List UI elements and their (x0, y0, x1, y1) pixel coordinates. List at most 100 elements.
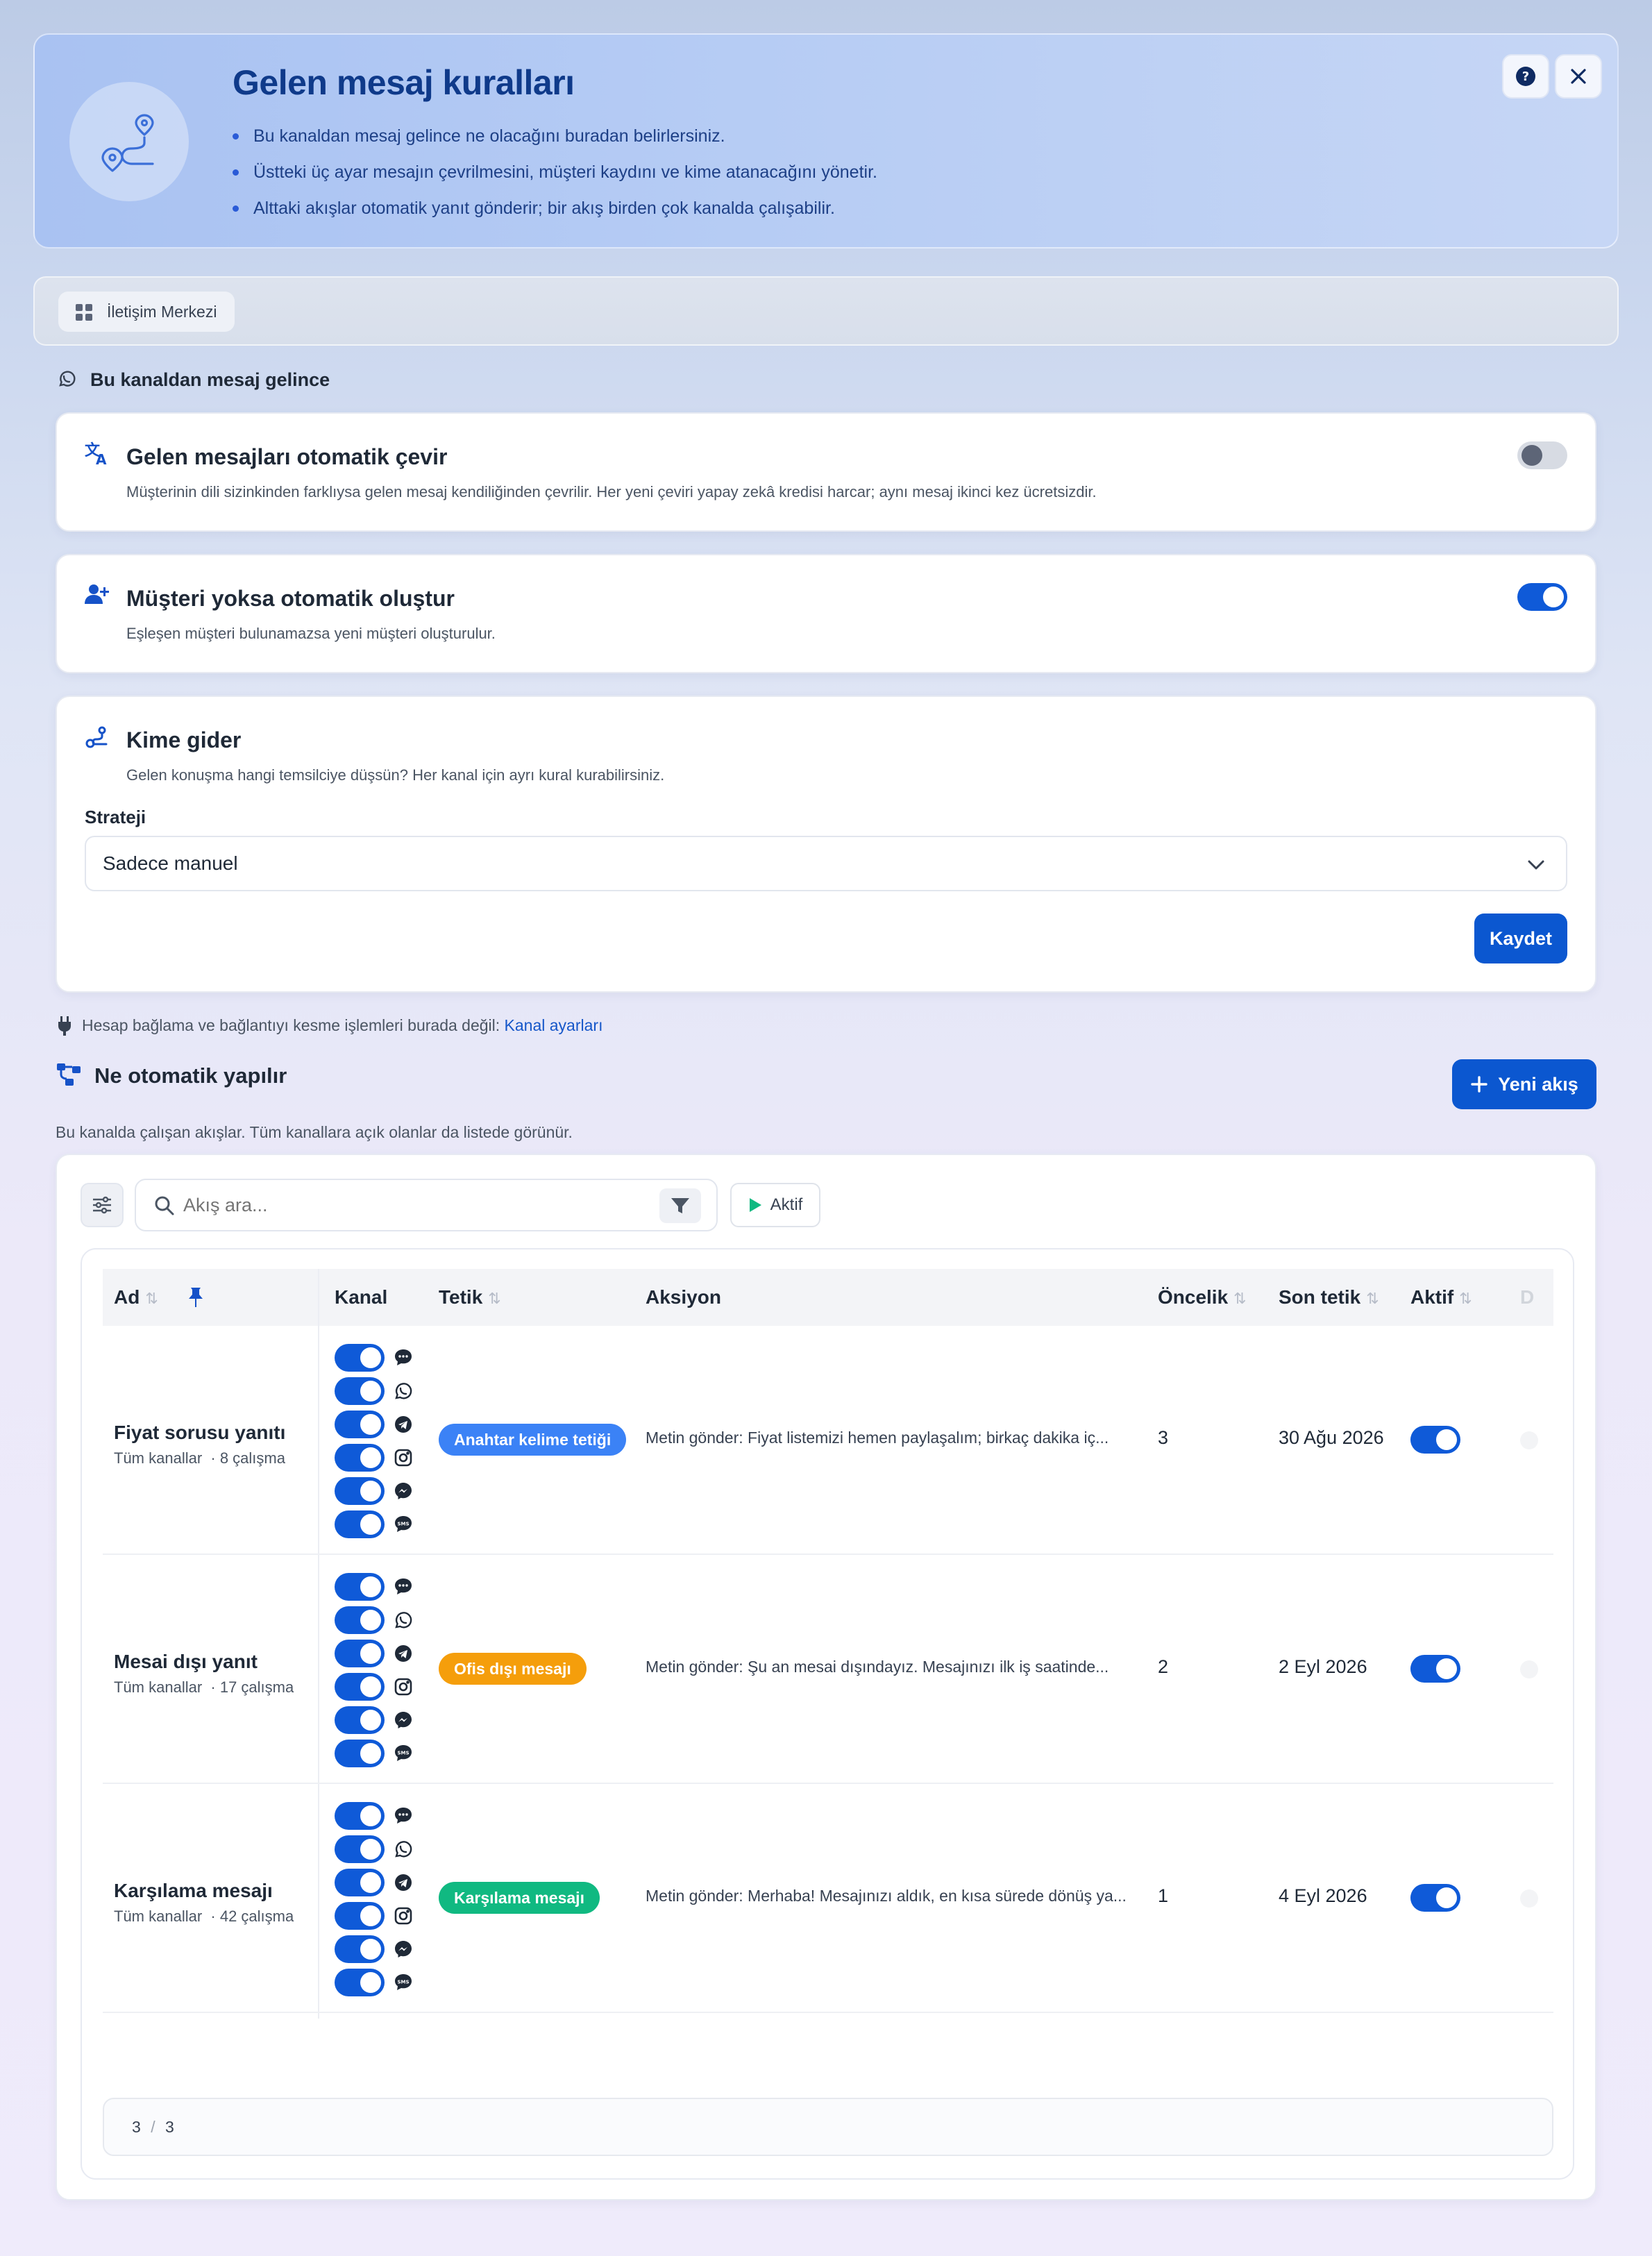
route-icon (69, 82, 189, 201)
telegram-icon (393, 1872, 414, 1893)
flow-last-trigger: 4 Eyl 2026 (1279, 1885, 1367, 1906)
pin-icon[interactable] (187, 1287, 204, 1308)
flow-scope: Tüm kanallar (114, 1678, 203, 1696)
channel-toggle[interactable] (335, 1902, 385, 1930)
strategy-value: Sadece manuel (103, 852, 238, 874)
translate-toggle[interactable] (1517, 441, 1567, 469)
flow-meta: Tüm kanallar · 8 çalışma (114, 1449, 285, 1467)
svg-text:?: ? (1522, 69, 1529, 84)
edit-icon[interactable] (1520, 1889, 1538, 1908)
channel-toggle[interactable] (335, 1606, 385, 1634)
search-input[interactable] (183, 1188, 655, 1222)
whatsapp-icon (393, 1610, 414, 1631)
breadcrumb-item[interactable]: İletişim Merkezi (58, 292, 235, 332)
flow-icon (57, 1063, 81, 1089)
channel-toggle-item (335, 1866, 414, 1899)
flows-table: Ad ⇅ Kanal Tetik ⇅ Aksiyon Öncelik ⇅ Son te… (81, 1248, 1574, 2180)
channel-toggle[interactable] (335, 1706, 385, 1734)
sms-icon: SMS (393, 1972, 414, 1993)
table-row[interactable]: Mesai dışı yanıt Tüm kanallar · 17 çalış… (103, 1555, 1553, 1784)
hero-bullet: Alttaki akışlar otomatik yanıt gönderir;… (233, 190, 877, 226)
sort-icon: ⇅ (145, 1290, 158, 1307)
translate-desc: Müşterinin dili sizinkinden farklıysa ge… (126, 483, 1097, 500)
channel-toggle-item (335, 1374, 414, 1408)
channel-toggle[interactable] (335, 1802, 385, 1830)
edit-icon[interactable] (1520, 1660, 1538, 1678)
table-row[interactable]: Karşılama mesajı Tüm kanallar · 42 çalış… (103, 1784, 1553, 2013)
col-trigger[interactable]: Tetik ⇅ (439, 1269, 501, 1326)
channel-toggle-item (335, 1933, 414, 1966)
channel-toggle[interactable] (335, 1673, 385, 1701)
grid-icon (76, 304, 92, 321)
instagram-icon (393, 1676, 414, 1697)
routing-card: Kime gider Gelen konuşma hangi temsilciy… (56, 696, 1596, 993)
channel-toggle-item (335, 1833, 414, 1866)
filter-button[interactable] (659, 1188, 701, 1223)
flow-action: Metin gönder: Şu an mesai dışındayız. Me… (646, 1658, 1109, 1676)
flow-active-toggle[interactable] (1410, 1655, 1460, 1683)
channel-toggle[interactable] (335, 1835, 385, 1863)
channel-toggle[interactable] (335, 1935, 385, 1963)
channel-toggle[interactable] (335, 1740, 385, 1767)
help-button[interactable]: ? (1502, 54, 1549, 99)
col-name-label: Ad (114, 1286, 140, 1308)
route-icon (85, 726, 108, 753)
sliders-icon (93, 1196, 111, 1214)
whatsapp-icon (393, 1839, 414, 1860)
col-name[interactable]: Ad ⇅ (114, 1269, 203, 1326)
autocreate-toggle[interactable] (1517, 583, 1567, 611)
svg-text:SMS: SMS (397, 1751, 409, 1756)
channel-toggle[interactable] (335, 1640, 385, 1667)
flow-meta: Tüm kanallar · 17 çalışma (114, 1678, 294, 1697)
autocreate-desc: Eşleşen müşteri bulunamazsa yeni müşteri… (126, 625, 496, 642)
sort-icon: ⇅ (488, 1290, 501, 1307)
table-header: Ad ⇅ Kanal Tetik ⇅ Aksiyon Öncelik ⇅ Son te… (103, 1269, 1553, 1326)
svg-text:SMS: SMS (397, 1522, 409, 1527)
flow-active-toggle[interactable] (1410, 1426, 1460, 1454)
flow-action: Metin gönder: Fiyat listemizi hemen payl… (646, 1429, 1109, 1447)
incoming-heading: Bu kanaldan mesaj gelince (90, 369, 330, 390)
channel-toggle-item (335, 1670, 414, 1703)
telegram-icon (393, 1414, 414, 1435)
svg-text:A: A (96, 451, 107, 465)
strategy-select[interactable]: Sadece manuel (85, 836, 1567, 891)
table-row[interactable]: Fiyat sorusu yanıtı Tüm kanallar · 8 çal… (103, 1326, 1553, 1555)
col-last-label: Son tetik (1279, 1286, 1361, 1308)
new-flow-button[interactable]: Yeni akış (1452, 1059, 1596, 1109)
chevron-down-icon (1528, 860, 1544, 870)
sort-icon: ⇅ (1366, 1290, 1379, 1307)
page-total: 3 (165, 2118, 174, 2136)
help-icon: ? (1516, 67, 1535, 86)
chat-icon (393, 1347, 414, 1368)
channel-toggle[interactable] (335, 1344, 385, 1372)
messenger-icon (393, 1710, 414, 1731)
flow-active-toggle[interactable] (1410, 1884, 1460, 1912)
channel-toggle[interactable] (335, 1477, 385, 1505)
col-active[interactable]: Aktif ⇅ (1410, 1269, 1472, 1326)
hint-label: Hesap bağlama ve bağlantıyı kesme işleml… (82, 1016, 505, 1034)
active-filter-button[interactable]: Aktif (730, 1183, 820, 1227)
channel-toggle[interactable] (335, 1510, 385, 1538)
table-settings-button[interactable] (81, 1183, 124, 1227)
flows-desc: Bu kanalda çalışan akışlar. Tüm kanallar… (56, 1123, 573, 1141)
flow-priority: 2 (1158, 1656, 1169, 1677)
channel-toggle[interactable] (335, 1444, 385, 1472)
filter-icon (671, 1198, 689, 1213)
channel-toggle[interactable] (335, 1377, 385, 1405)
flow-last-trigger: 30 Ağu 2026 (1279, 1427, 1384, 1448)
channel-toggle-item (335, 1441, 414, 1474)
autocreate-title: Müşteri yoksa otomatik oluştur (126, 586, 455, 611)
col-last-trigger[interactable]: Son tetik ⇅ (1279, 1269, 1379, 1326)
col-priority[interactable]: Öncelik ⇅ (1158, 1269, 1247, 1326)
channel-toggle[interactable] (335, 1411, 385, 1438)
edit-icon[interactable] (1520, 1431, 1538, 1449)
channel-settings-link[interactable]: Kanal ayarları (505, 1016, 603, 1034)
telegram-icon (393, 1643, 414, 1664)
channel-toggle[interactable] (335, 1869, 385, 1896)
channel-toggle[interactable] (335, 1969, 385, 1996)
hero-bullet: Üstteki üç ayar mesajın çevrilmesini, mü… (233, 154, 877, 190)
save-button[interactable]: Kaydet (1474, 914, 1567, 963)
sms-icon: SMS (393, 1514, 414, 1535)
channel-toggle[interactable] (335, 1573, 385, 1601)
close-button[interactable] (1555, 54, 1602, 99)
